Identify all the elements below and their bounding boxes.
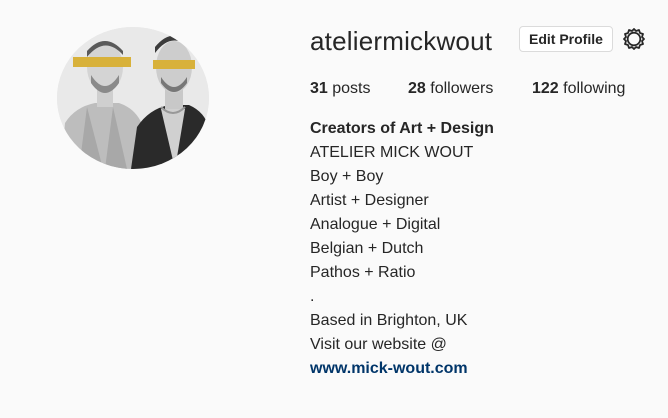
followers-link[interactable]: 28 followers <box>408 78 493 100</box>
bio-line: ATELIER MICK WOUT <box>310 144 474 161</box>
following-number: 122 <box>532 80 559 97</box>
profile-header: ateliermickwout Edit Profile <box>310 24 660 58</box>
posts-number: 31 <box>310 80 328 97</box>
followers-number: 28 <box>408 80 426 97</box>
profile-stats: 31 posts 28 followers 122 following <box>310 78 660 100</box>
bio-line: Belgian + Dutch <box>310 240 424 257</box>
username: ateliermickwout <box>310 26 493 56</box>
avatar[interactable] <box>57 27 209 169</box>
bio-name: Creators of Art + Design <box>310 120 494 137</box>
profile-page: ateliermickwout Edit Profile 31 posts 28… <box>0 0 668 418</box>
bio-line: Artist + Designer <box>310 192 429 209</box>
posts-count[interactable]: 31 posts <box>310 78 371 100</box>
bio-line: . <box>310 288 315 305</box>
bio-line: Pathos + Ratio <box>310 264 416 281</box>
bio-line: Boy + Boy <box>310 168 384 185</box>
bio-line: Based in Brighton, UK <box>310 312 468 329</box>
bio: Creators of Art + Design ATELIER MICK WO… <box>310 117 660 381</box>
following-link[interactable]: 122 following <box>532 78 625 100</box>
gear-icon[interactable] <box>621 26 647 52</box>
profile-photo <box>57 27 209 169</box>
bio-line: Visit our website @ <box>310 336 447 353</box>
website-link[interactable]: www.mick-wout.com <box>310 360 468 377</box>
following-label: following <box>563 80 626 97</box>
posts-label: posts <box>332 80 371 97</box>
edit-profile-button[interactable]: Edit Profile <box>519 26 613 52</box>
bio-line: Analogue + Digital <box>310 216 441 233</box>
followers-label: followers <box>430 80 494 97</box>
